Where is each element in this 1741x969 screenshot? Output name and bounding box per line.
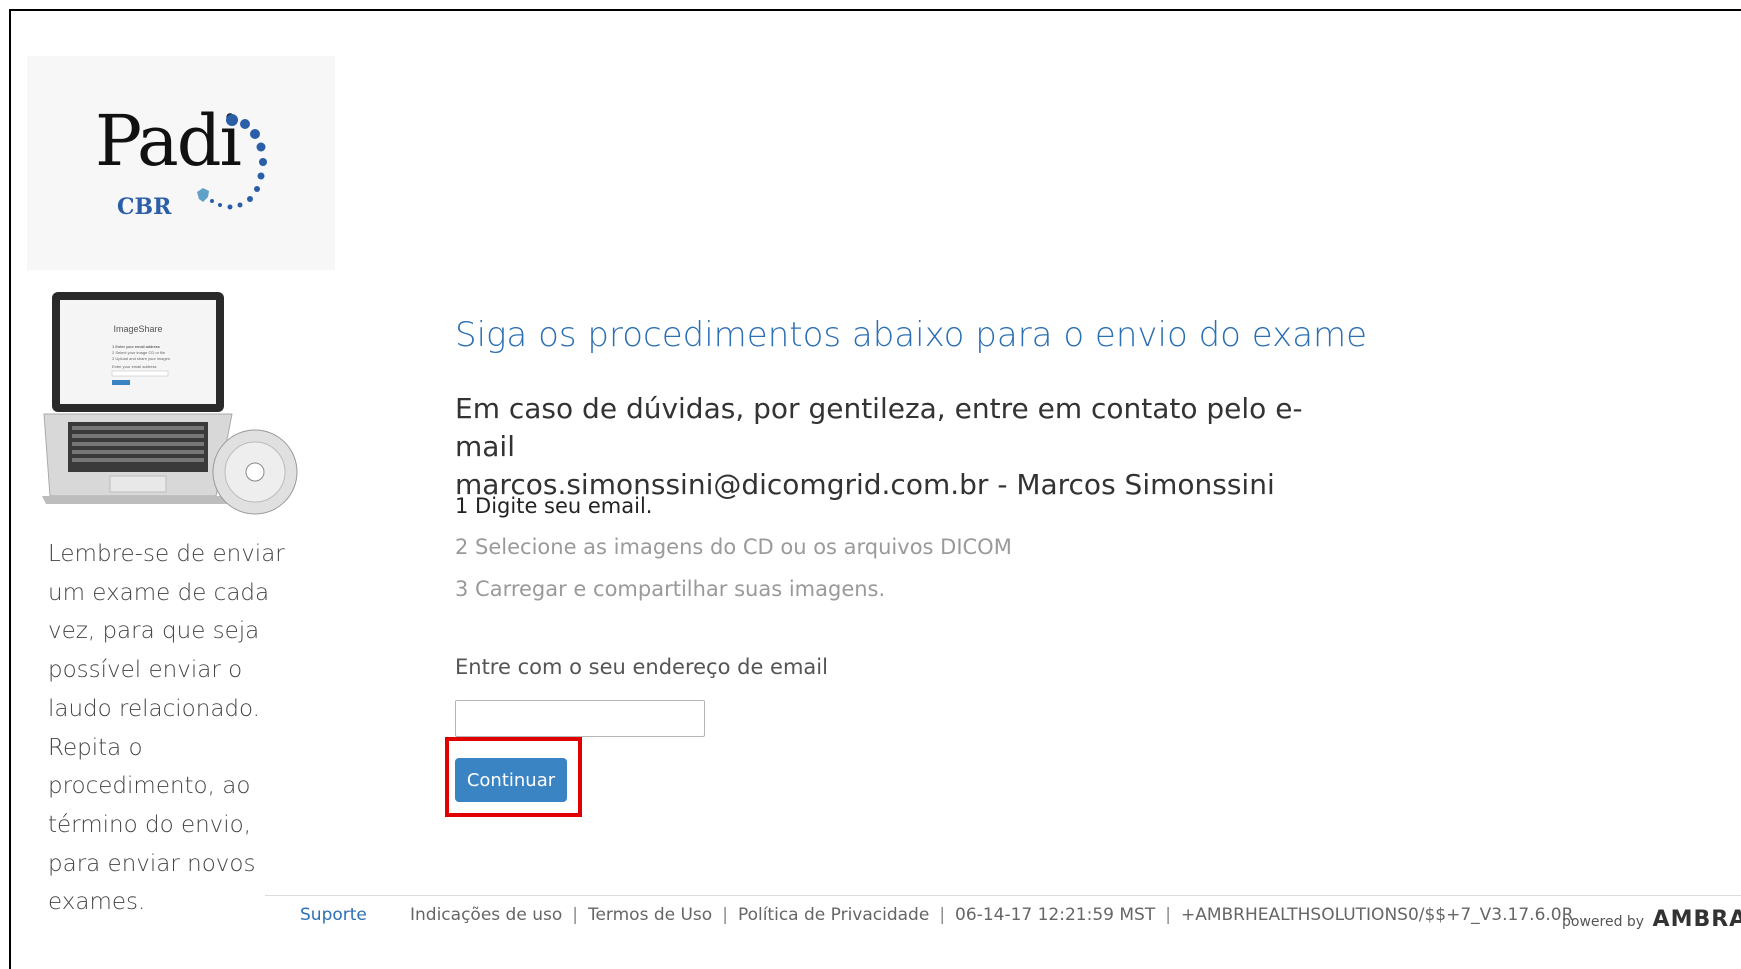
footer-links: Indicações de uso | Termos de Uso | Política… xyxy=(410,905,1573,925)
version-string: +AMBRHEALTHSOLUTIONS0/$$+7_V3.17.6.0R xyxy=(1180,905,1574,925)
separator: | xyxy=(722,905,728,925)
laptop-screen-line: 3 Upload and share your images xyxy=(112,356,170,361)
sidebar-reminder: Lembre-se de enviar um exame de cada vez… xyxy=(48,535,288,922)
terms-link[interactable]: Termos de Uso xyxy=(588,905,712,925)
laptop-illustration: ImageShare 1 Enter your email address 2 … xyxy=(42,292,298,515)
laptop-screen-line: 2 Select your image CD or file xyxy=(112,350,166,355)
page-title: Siga os procedimentos abaixo para o envi… xyxy=(455,315,1368,355)
laptop-screen-title: ImageShare xyxy=(113,324,162,334)
sidebar-line: para enviar novos xyxy=(48,850,256,877)
footer-divider xyxy=(265,895,1741,896)
logo-subtext: CBR xyxy=(117,194,172,220)
privacy-link[interactable]: Política de Privacidade xyxy=(738,905,929,925)
laptop-screen-line: 1 Enter your email address xyxy=(112,344,160,349)
sidebar-line: procedimento, ao xyxy=(48,773,251,800)
sidebar-line: possível enviar o xyxy=(48,657,243,684)
usage-link[interactable]: Indicações de uso xyxy=(410,905,562,925)
padi-logo: Padi CBR xyxy=(27,56,335,270)
contact-info: Em caso de dúvidas, por gentileza, entre… xyxy=(455,390,1355,504)
step-2: 2 Selecione as imagens do CD ou os arqui… xyxy=(455,535,1012,559)
separator: | xyxy=(1165,905,1171,925)
step-1: 1 Digite seu email. xyxy=(455,494,653,518)
email-label: Entre com o seu endereço de email xyxy=(455,655,828,679)
email-input[interactable] xyxy=(455,700,705,737)
continue-button[interactable]: Continuar xyxy=(455,758,567,802)
powered-by: powered by AMBRA xyxy=(1562,907,1741,932)
logo-dots-icon xyxy=(197,114,267,210)
step-3: 3 Carregar e compartilhar suas imagens. xyxy=(455,577,886,601)
sidebar-line: um exame de cada xyxy=(48,579,270,606)
timestamp: 06-14-17 12:21:59 MST xyxy=(955,905,1156,925)
sidebar-line: vez, para que seja xyxy=(48,618,260,645)
sidebar-line: término do envio, xyxy=(48,811,252,838)
powered-by-label: powered by xyxy=(1562,914,1645,930)
ambra-logo: AMBRA xyxy=(1652,907,1741,932)
sidebar-line: Repita o xyxy=(48,734,143,761)
laptop-screen-line: Enter your email address xyxy=(112,364,156,369)
contact-line: Em caso de dúvidas, por gentileza, entre… xyxy=(455,392,1303,463)
footer: Suporte Indicações de uso | Termos de Uso |… xyxy=(0,905,1741,935)
sidebar-line: laudo relacionado. xyxy=(48,695,260,722)
separator: | xyxy=(939,905,946,925)
separator: | xyxy=(572,905,578,925)
sidebar-line: Lembre-se de enviar xyxy=(48,541,285,567)
support-link[interactable]: Suporte xyxy=(300,905,367,925)
